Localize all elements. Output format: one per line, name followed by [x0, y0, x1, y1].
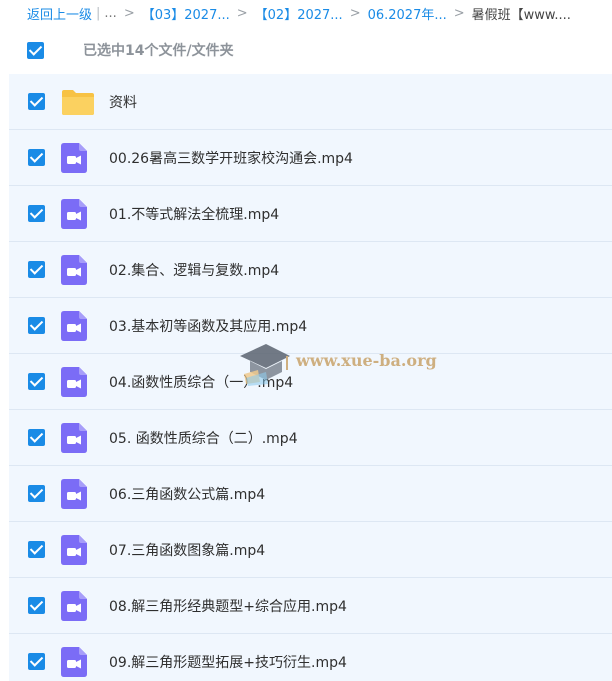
file-checkbox[interactable]: [28, 653, 45, 670]
breadcrumb-separator: >: [236, 5, 248, 21]
file-row[interactable]: 08.解三角形经典题型+综合应用.mp4: [9, 578, 612, 634]
breadcrumb-separator: >: [453, 5, 465, 21]
file-checkbox[interactable]: [28, 485, 45, 502]
selection-count: 已选中14个文件/文件夹: [83, 43, 234, 59]
video-file-icon: [61, 311, 87, 341]
back-link[interactable]: 返回上一级: [27, 4, 92, 23]
file-name[interactable]: 05. 函数性质综合（二）.mp4: [109, 428, 298, 448]
file-checkbox[interactable]: [28, 373, 45, 390]
file-name[interactable]: 08.解三角形经典题型+综合应用.mp4: [109, 596, 347, 616]
video-file-icon: [61, 143, 87, 173]
file-checkbox[interactable]: [28, 205, 45, 222]
video-file-icon: [61, 535, 87, 565]
file-name[interactable]: 资料: [109, 92, 137, 112]
file-row[interactable]: 01.不等式解法全梳理.mp4: [9, 186, 612, 242]
breadcrumb-item-1[interactable]: 【03】2027...: [142, 4, 230, 23]
file-checkbox[interactable]: [28, 429, 45, 446]
selection-bar: 已选中14个文件/文件夹: [0, 26, 612, 74]
breadcrumb-ellipsis[interactable]: ...: [104, 6, 116, 21]
file-name[interactable]: 04.函数性质综合（一）.mp4: [109, 372, 293, 392]
file-name[interactable]: 00.26暑高三数学开班家校沟通会.mp4: [109, 148, 353, 168]
file-checkbox[interactable]: [28, 317, 45, 334]
folder-icon: [62, 90, 94, 115]
breadcrumb-separator: >: [123, 5, 135, 21]
file-row[interactable]: 07.三角函数图象篇.mp4: [9, 522, 612, 578]
file-name[interactable]: 07.三角函数图象篇.mp4: [109, 540, 265, 560]
file-name[interactable]: 03.基本初等函数及其应用.mp4: [109, 316, 307, 336]
file-row[interactable]: 04.函数性质综合（一）.mp4: [9, 354, 612, 410]
file-row[interactable]: 06.三角函数公式篇.mp4: [9, 466, 612, 522]
breadcrumb-divider: |: [96, 5, 101, 21]
file-checkbox[interactable]: [28, 541, 45, 558]
file-name[interactable]: 01.不等式解法全梳理.mp4: [109, 204, 279, 224]
video-file-icon: [61, 423, 87, 453]
video-file-icon: [61, 479, 87, 509]
file-row[interactable]: 05. 函数性质综合（二）.mp4: [9, 410, 612, 466]
video-file-icon: [61, 591, 87, 621]
select-all-checkbox[interactable]: [27, 41, 44, 59]
file-checkbox[interactable]: [28, 261, 45, 278]
file-row[interactable]: 09.解三角形题型拓展+技巧衍生.mp4: [9, 634, 612, 681]
breadcrumb-item-3[interactable]: 06.2027年...: [368, 4, 447, 23]
file-row[interactable]: 03.基本初等函数及其应用.mp4: [9, 298, 612, 354]
video-file-icon: [61, 199, 87, 229]
video-file-icon: [61, 255, 87, 285]
file-name[interactable]: 06.三角函数公式篇.mp4: [109, 484, 265, 504]
breadcrumb-current: 暑假班【www....: [471, 7, 571, 23]
breadcrumb: 返回上一级 | ... > 【03】2027... > 【02】2027... …: [0, 0, 612, 26]
file-list: 资料 00.26暑高三数学开班家校沟通会.mp4 01.不等式解法全梳理.mp4 02…: [9, 74, 612, 681]
breadcrumb-separator: >: [349, 5, 361, 21]
video-file-icon: [61, 367, 87, 397]
file-row[interactable]: 资料: [9, 74, 612, 130]
video-file-icon: [61, 647, 87, 677]
file-checkbox[interactable]: [28, 93, 45, 110]
file-checkbox[interactable]: [28, 597, 45, 614]
file-row[interactable]: 00.26暑高三数学开班家校沟通会.mp4: [9, 130, 612, 186]
file-checkbox[interactable]: [28, 149, 45, 166]
file-row[interactable]: 02.集合、逻辑与复数.mp4: [9, 242, 612, 298]
breadcrumb-item-2[interactable]: 【02】2027...: [255, 4, 343, 23]
file-name[interactable]: 09.解三角形题型拓展+技巧衍生.mp4: [109, 652, 347, 672]
file-name[interactable]: 02.集合、逻辑与复数.mp4: [109, 260, 279, 280]
